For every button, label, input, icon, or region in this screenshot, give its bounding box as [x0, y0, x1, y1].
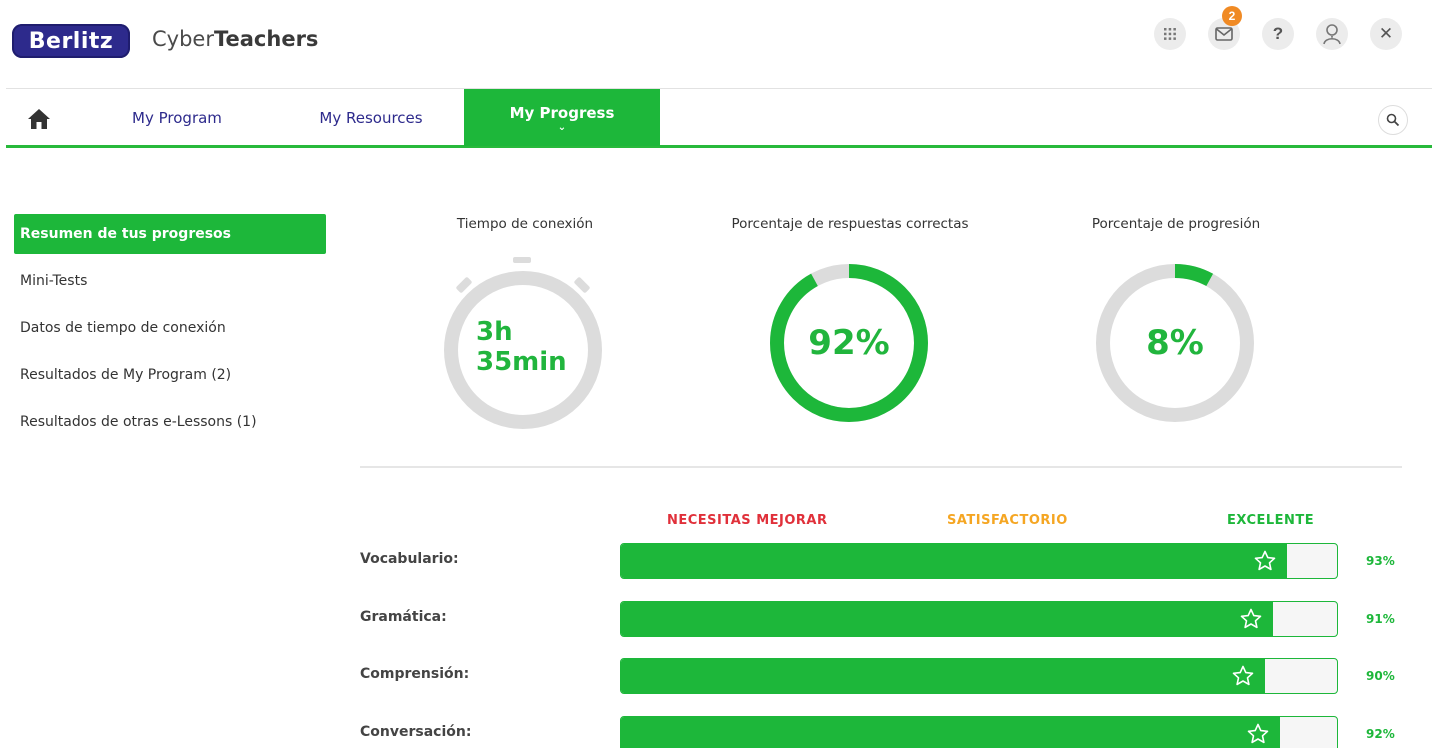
- user-avatar-icon[interactable]: [1316, 18, 1348, 50]
- main-nav: My Program My Resources My Progress ⌄: [6, 88, 1432, 148]
- skill-progress-bar: [620, 658, 1338, 694]
- home-icon[interactable]: [26, 107, 52, 131]
- sidebar-item-my-program[interactable]: Resultados de My Program (2): [14, 355, 326, 395]
- berlitz-logo[interactable]: Berlitz: [12, 24, 130, 58]
- search-icon[interactable]: [1378, 105, 1408, 135]
- progress-sidebar: Resumen de tus progresos Mini-Tests Dato…: [14, 214, 326, 449]
- skill-percentage: 93%: [1366, 554, 1395, 568]
- sidebar-item-resumen[interactable]: Resumen de tus progresos: [14, 214, 326, 254]
- section-divider: [360, 466, 1402, 468]
- stat-progression: Porcentaje de progresión: [1066, 216, 1286, 232]
- help-icon[interactable]: ?: [1262, 18, 1294, 50]
- mail-badge: 2: [1222, 6, 1242, 26]
- stat-connection-label: Tiempo de conexión: [456, 216, 594, 232]
- tab-my-progress[interactable]: My Progress ⌄: [464, 89, 660, 146]
- skill-progress-fill: [621, 544, 1287, 578]
- stat-connection-time: Tiempo de conexión: [430, 216, 620, 232]
- skill-percentage: 92%: [1366, 727, 1395, 741]
- chevron-down-icon: ⌄: [557, 121, 567, 133]
- connection-hours: 3h: [476, 317, 513, 347]
- level-label-needs-improvement: NECESITAS MEJORAR: [667, 513, 828, 528]
- star-icon: [1254, 550, 1276, 571]
- connection-minutes: 35min: [476, 347, 567, 377]
- skill-label: Gramática:: [360, 609, 447, 625]
- tab-my-progress-label: My Progress: [509, 103, 615, 122]
- skill-label: Conversación:: [360, 724, 472, 740]
- skill-percentage: 90%: [1366, 669, 1395, 683]
- app-header: Berlitz CyberTeachers 2 ? ✕: [0, 0, 1432, 86]
- level-label-satisfactory: SATISFACTORIO: [947, 513, 1068, 528]
- skill-progress-bar: [620, 716, 1338, 748]
- skill-progress-fill: [621, 717, 1280, 748]
- connection-time-value: 3h 35min: [476, 312, 576, 382]
- skill-progress-bar: [620, 601, 1338, 637]
- sidebar-item-mini-tests[interactable]: Mini-Tests: [14, 261, 326, 301]
- close-icon[interactable]: ✕: [1370, 18, 1402, 50]
- skill-progress-fill: [621, 602, 1273, 636]
- skill-label: Comprensión:: [360, 666, 470, 682]
- skill-progress-bar: [620, 543, 1338, 579]
- correct-answers-value: 92%: [808, 323, 890, 363]
- tab-my-program[interactable]: My Program: [102, 89, 252, 146]
- stat-correct-answers: Porcentaje de respuestas correctas: [700, 216, 1000, 232]
- stat-progression-label: Porcentaje de progresión: [1091, 216, 1261, 232]
- level-label-excellent: EXCELENTE: [1227, 513, 1315, 528]
- logo-text-light: Cyber: [152, 27, 214, 51]
- cyberteachers-logo: CyberTeachers: [152, 27, 318, 51]
- tab-my-resources[interactable]: My Resources: [290, 89, 452, 146]
- apps-grid-icon[interactable]: [1154, 18, 1186, 50]
- star-icon: [1233, 665, 1254, 686]
- mail-icon[interactable]: 2: [1208, 6, 1242, 50]
- sidebar-item-e-lessons[interactable]: Resultados de otras e-Lessons (1): [14, 402, 326, 442]
- star-icon: [1240, 608, 1261, 629]
- stat-correct-label: Porcentaje de respuestas correctas: [731, 216, 969, 232]
- skill-percentage: 91%: [1366, 612, 1395, 626]
- header-actions: 2 ? ✕: [1154, 6, 1402, 50]
- progression-value: 8%: [1146, 323, 1204, 363]
- sidebar-item-tiempo-conexion[interactable]: Datos de tiempo de conexión: [14, 308, 326, 348]
- star-icon: [1247, 723, 1269, 744]
- skill-label: Vocabulario:: [360, 551, 459, 567]
- skill-progress-fill: [621, 659, 1266, 693]
- logo-text-bold: Teachers: [213, 27, 319, 51]
